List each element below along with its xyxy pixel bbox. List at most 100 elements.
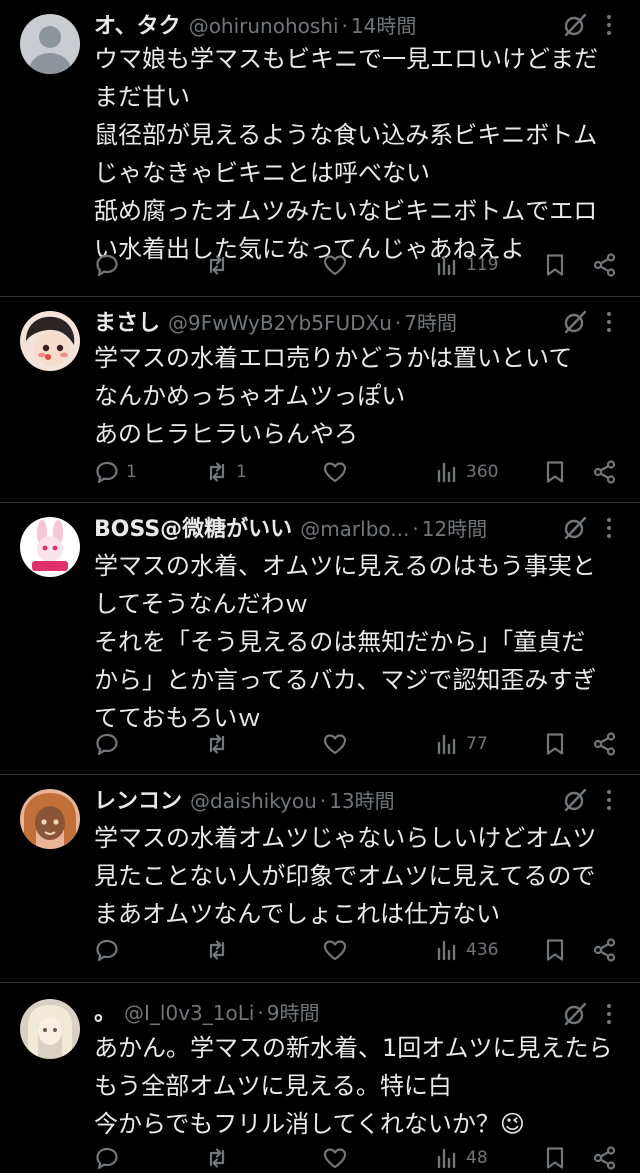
display-name[interactable]: BOSS@微糖がいい: [94, 511, 292, 543]
username[interactable]: @I_l0v3_1oLi: [124, 1001, 254, 1025]
like-button[interactable]: [322, 727, 354, 761]
like-button[interactable]: [322, 933, 354, 967]
action-bar: 1 1 360: [94, 455, 620, 489]
username[interactable]: @marlbo...: [300, 517, 409, 541]
reply-button[interactable]: [94, 248, 126, 282]
views-icon: [437, 734, 456, 755]
retweet-button[interactable]: [204, 248, 236, 282]
separator-dot: ·: [257, 1001, 264, 1025]
timestamp[interactable]: 9時間: [267, 997, 320, 1026]
more-icon[interactable]: [598, 309, 620, 335]
tweet[interactable]: まさし @9FwWyB2Yb5FUDXu · 7時間 学マスの水着エロ売りかどう…: [0, 297, 640, 503]
username[interactable]: @9FwWyB2Yb5FUDXu: [168, 311, 392, 335]
avatar[interactable]: [20, 517, 80, 577]
separator-dot: ·: [341, 14, 348, 38]
separator-dot: ·: [412, 517, 419, 541]
retweet-icon: [209, 734, 225, 754]
username[interactable]: @daishikyou: [190, 789, 317, 813]
tweet-header: 。 @I_l0v3_1oLi · 9時間: [94, 995, 570, 1029]
avatar[interactable]: [20, 789, 80, 849]
bookmark-button[interactable]: [542, 933, 568, 967]
timestamp[interactable]: 14時間: [351, 10, 416, 39]
share-icon: [593, 732, 616, 756]
bookmark-button[interactable]: [542, 727, 568, 761]
share-button[interactable]: [592, 933, 618, 967]
share-button[interactable]: [592, 455, 618, 489]
reply-button[interactable]: [94, 727, 126, 761]
tweet-text: 学マスの水着エロ売りかどうかは置いといて なんかめっちゃオムツっぽい あのヒラヒ…: [94, 339, 614, 453]
grok-icon[interactable]: [562, 12, 588, 38]
reply-icon: [96, 939, 118, 962]
like-icon: [323, 940, 347, 961]
retweet-button[interactable]: 1: [204, 455, 247, 489]
timestamp[interactable]: 12時間: [422, 513, 487, 542]
views-button[interactable]: 119: [434, 248, 498, 282]
grok-icon[interactable]: [562, 515, 588, 541]
tweet-text-line: なんかめっちゃオムツっぽい: [94, 382, 406, 410]
tweet-text-line: もう全部オムツに見える。特に白: [94, 1072, 452, 1100]
more-icon[interactable]: [598, 787, 620, 813]
display-name[interactable]: まさし: [94, 305, 160, 337]
views-button[interactable]: 360: [434, 455, 498, 489]
username[interactable]: @ohirunohoshi: [189, 14, 339, 38]
views-icon: [437, 462, 456, 483]
tweet[interactable]: オ、タク @ohirunohoshi · 14時間 ウマ娘も学マスもビキニで一見…: [0, 0, 640, 297]
tweet[interactable]: BOSS@微糖がいい @marlbo... · 12時間 学マスの水着、オムツに…: [0, 503, 640, 775]
grok-icon[interactable]: [562, 787, 588, 813]
tweet-header: オ、タク @ohirunohoshi · 14時間: [94, 8, 570, 42]
more-icon[interactable]: [598, 1001, 620, 1027]
retweet-button[interactable]: [204, 727, 236, 761]
tweet-text-line: ウマ娘も学マスもビキニで一見エロいけどまだ: [94, 45, 598, 73]
tweet-text: 学マスの水着オムツじゃないらしいけどオムツ 見たことない人が印象でオムツに見えて…: [94, 819, 614, 933]
like-button[interactable]: [322, 1141, 354, 1173]
grok-icon[interactable]: [562, 1001, 588, 1027]
like-button[interactable]: [322, 248, 354, 282]
tweet[interactable]: 。 @I_l0v3_1oLi · 9時間 あかん。学マスの新水着、1回オムツに見…: [0, 983, 640, 1173]
grok-icon[interactable]: [562, 309, 588, 335]
reply-count: 1: [126, 462, 137, 482]
reply-button[interactable]: [94, 933, 126, 967]
avatar[interactable]: [20, 14, 80, 74]
tweet-text-line: 舐め腐ったオムツみたいなビキニボトムでエロ: [94, 197, 598, 225]
like-icon: [323, 255, 347, 276]
display-name[interactable]: オ、タク: [94, 8, 181, 40]
avatar[interactable]: [20, 999, 80, 1059]
avatar[interactable]: [20, 311, 80, 371]
more-icon[interactable]: [598, 12, 620, 38]
views-count: 48: [466, 1148, 488, 1168]
retweet-button[interactable]: [204, 933, 236, 967]
bookmark-button[interactable]: [542, 1141, 568, 1173]
tweet-text: ウマ娘も学マスもビキニで一見エロいけどまだ まだ甘い 鼠径部が見えるような食い込…: [94, 40, 614, 268]
views-button[interactable]: 77: [434, 727, 488, 761]
reply-button[interactable]: [94, 1141, 126, 1173]
views-button[interactable]: 436: [434, 933, 498, 967]
bookmark-button[interactable]: [542, 455, 568, 489]
like-icon: [323, 1148, 347, 1169]
tweet-text-line: 見たことない人が印象でオムツに見えてるので: [94, 862, 596, 890]
reply-button[interactable]: 1: [94, 455, 137, 489]
tweet-text-line: それを「そう見えるのは無知だから」「童貞だ: [94, 628, 586, 656]
tweet[interactable]: レンコン @daishikyou · 13時間 学マスの水着オムツじゃないらしい…: [0, 775, 640, 983]
tweet-header: レンコン @daishikyou · 13時間: [94, 783, 570, 817]
views-button[interactable]: 48: [434, 1141, 488, 1173]
share-button[interactable]: [592, 1141, 618, 1173]
more-icon[interactable]: [598, 515, 620, 541]
tweet-text-line: まあオムツなんでしょこれは仕方ない: [94, 900, 501, 928]
display-name[interactable]: 。: [94, 995, 116, 1027]
tweet-text-line: 学マスの水着エロ売りかどうかは置いといて: [94, 344, 573, 372]
views-icon: [437, 940, 456, 961]
tweet-text-line: じゃなきゃビキニとは呼べない: [94, 159, 430, 187]
share-button[interactable]: [592, 248, 618, 282]
retweet-button[interactable]: [204, 1141, 236, 1173]
share-button[interactable]: [592, 727, 618, 761]
bookmark-button[interactable]: [542, 248, 568, 282]
display-name[interactable]: レンコン: [94, 783, 182, 815]
tweet-text-line: まだ甘い: [94, 83, 190, 111]
timestamp[interactable]: 13時間: [329, 785, 394, 814]
like-button[interactable]: [322, 455, 354, 489]
reply-icon: [96, 1147, 118, 1170]
tweet-text-line: から」とか言ってるバカ、マジで認知歪みすぎ: [94, 666, 597, 694]
bookmark-icon: [546, 1147, 564, 1169]
timestamp[interactable]: 7時間: [404, 307, 457, 336]
action-bar: 77: [94, 727, 620, 761]
